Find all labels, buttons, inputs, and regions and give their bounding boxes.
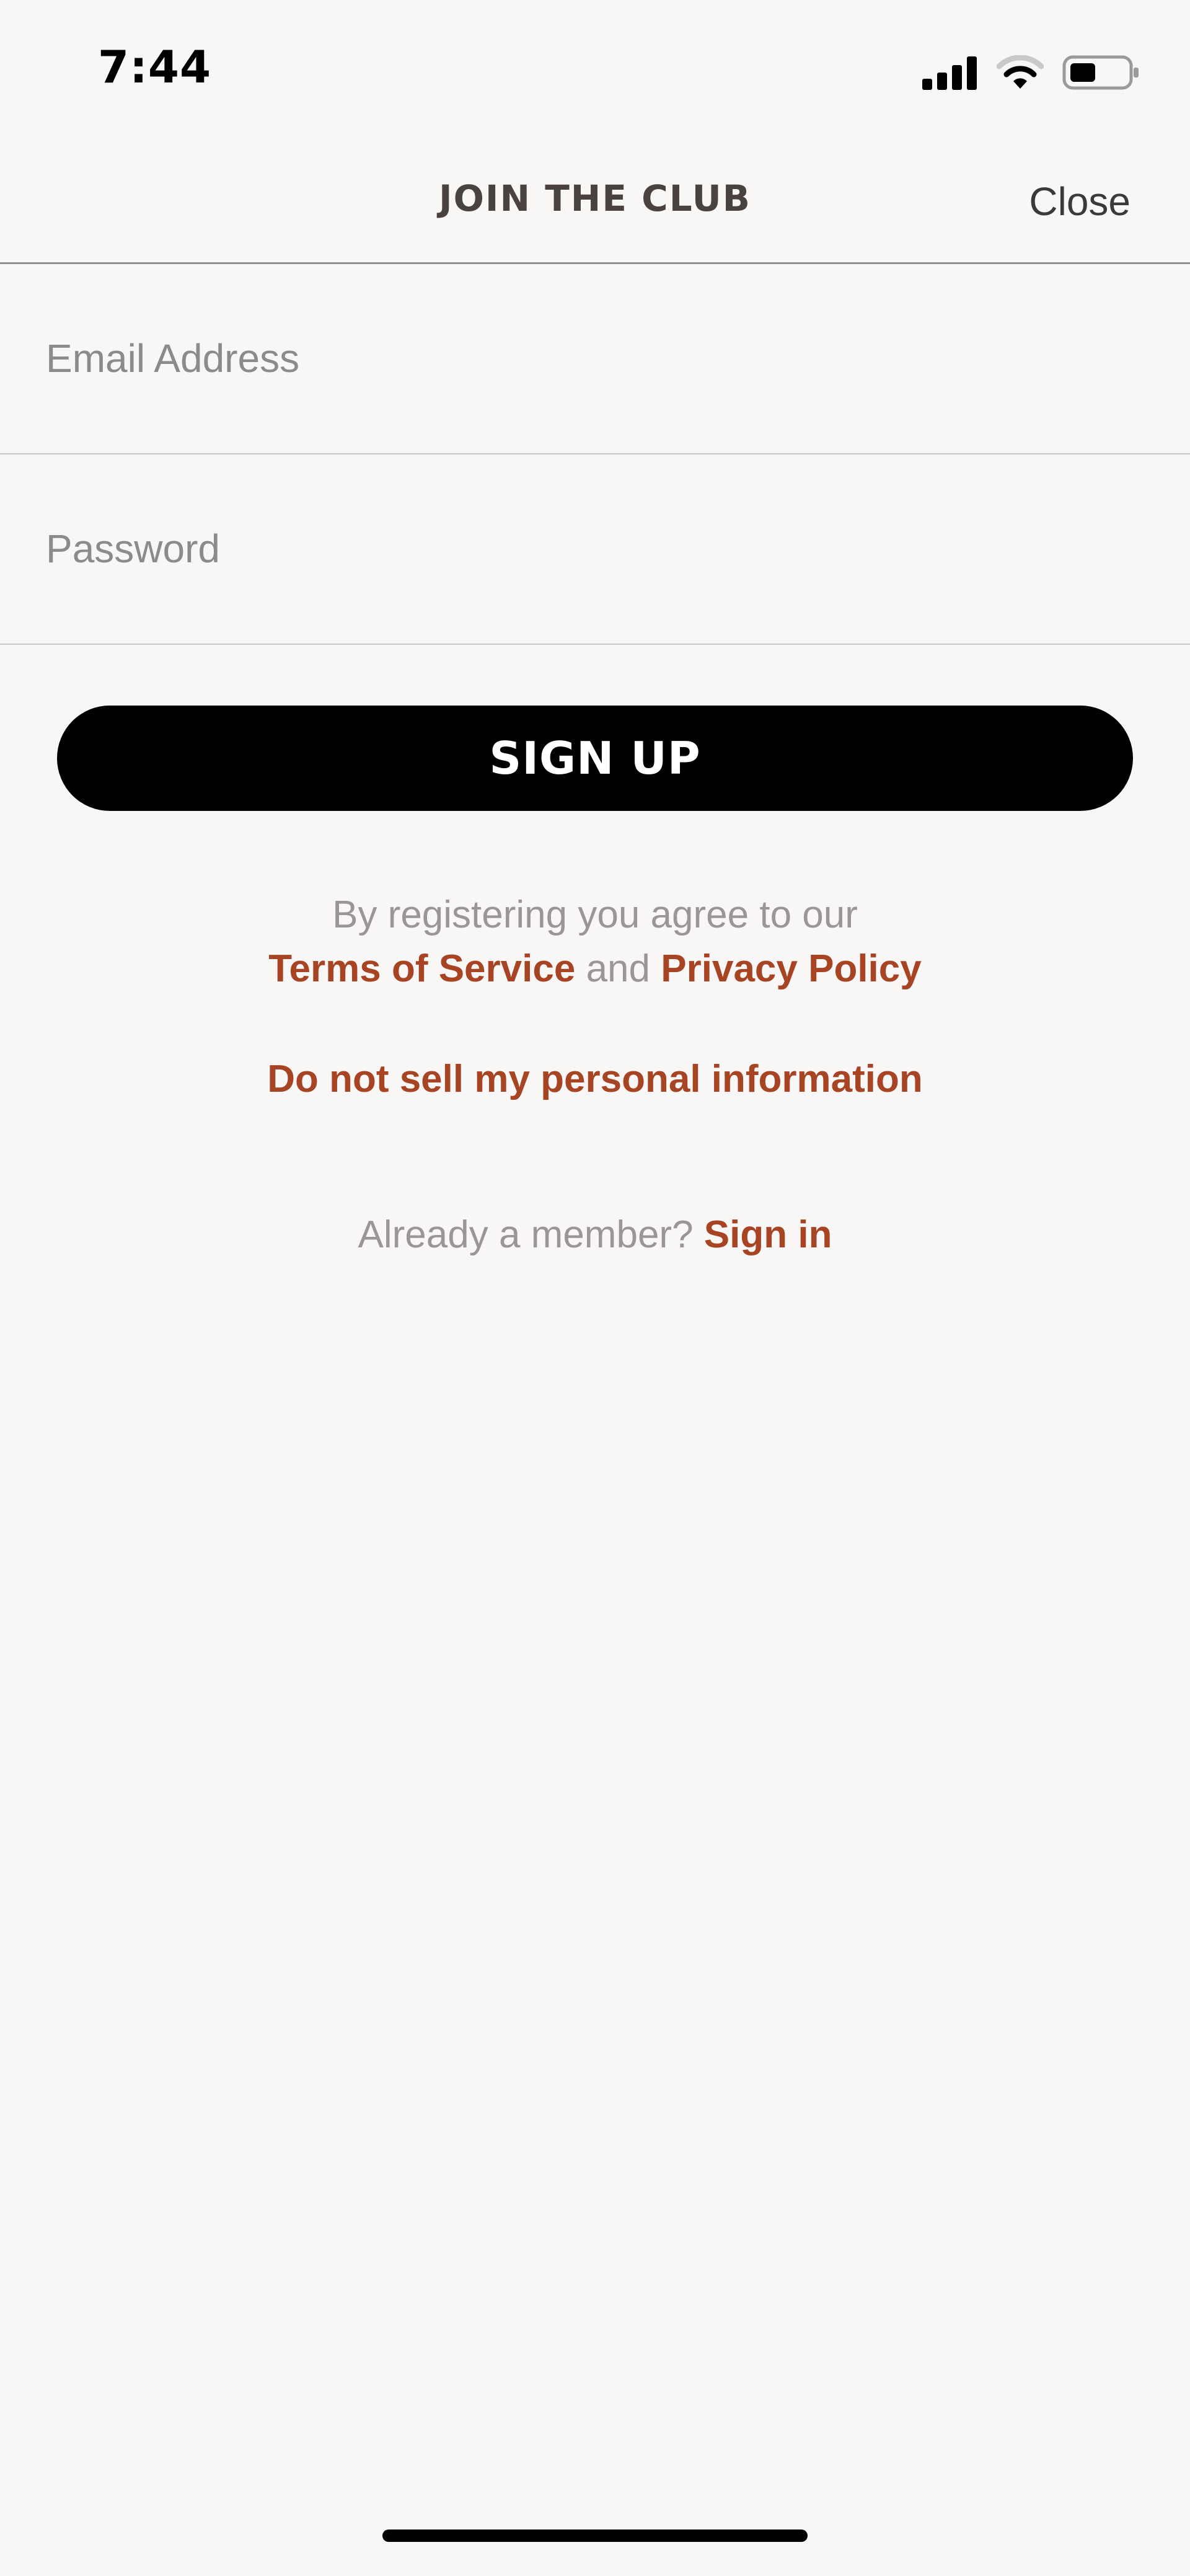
close-button[interactable]: Close bbox=[1029, 179, 1130, 224]
sign-up-button[interactable]: SIGN UP bbox=[57, 706, 1133, 811]
status-time: 7:44 bbox=[98, 41, 212, 93]
legal-and-text: and bbox=[586, 947, 651, 990]
cellular-signal-icon bbox=[922, 56, 977, 90]
sign-in-link[interactable]: Sign in bbox=[704, 1213, 832, 1256]
do-not-sell-row: Do not sell my personal information bbox=[0, 1057, 1190, 1101]
status-icons bbox=[922, 51, 1140, 94]
email-field-row bbox=[0, 264, 1190, 454]
already-member-text: Already a member? bbox=[358, 1213, 694, 1256]
wifi-icon bbox=[997, 55, 1044, 89]
sign-in-row: Already a member? Sign in bbox=[0, 1213, 1190, 1257]
terms-of-service-link[interactable]: Terms of Service bbox=[268, 947, 575, 990]
password-field-row bbox=[0, 454, 1190, 645]
legal-agree-text: By registering you agree to our bbox=[332, 893, 858, 936]
home-indicator bbox=[382, 2530, 808, 2542]
signup-screen: 7:44 JOIN THE CLUB Close Email Address S… bbox=[0, 0, 1190, 2576]
privacy-policy-link[interactable]: Privacy Policy bbox=[661, 947, 922, 990]
battery-icon bbox=[1062, 55, 1139, 90]
legal-links-line: Terms of Service and Privacy Policy bbox=[0, 947, 1190, 991]
header: JOIN THE CLUB Close bbox=[0, 136, 1190, 264]
page-title: JOIN THE CLUB bbox=[439, 177, 751, 219]
email-field[interactable] bbox=[46, 264, 1137, 453]
do-not-sell-link[interactable]: Do not sell my personal information bbox=[267, 1058, 923, 1100]
status-bar: 7:44 bbox=[0, 0, 1190, 136]
password-field[interactable] bbox=[46, 454, 1137, 643]
